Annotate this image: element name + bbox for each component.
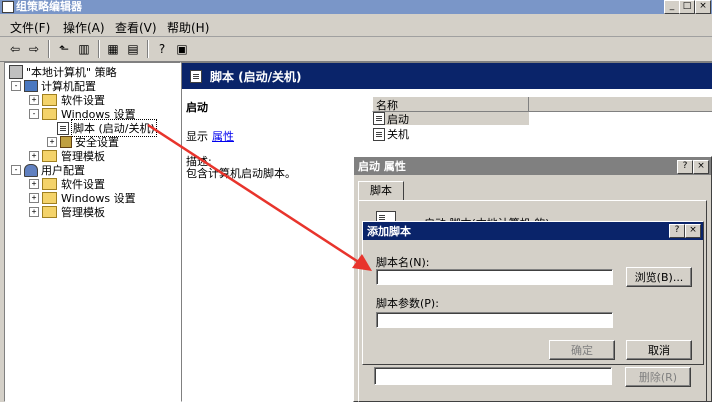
arrow-head (352, 254, 372, 271)
annotation-arrow (147, 123, 372, 271)
arrow-line (147, 123, 361, 265)
